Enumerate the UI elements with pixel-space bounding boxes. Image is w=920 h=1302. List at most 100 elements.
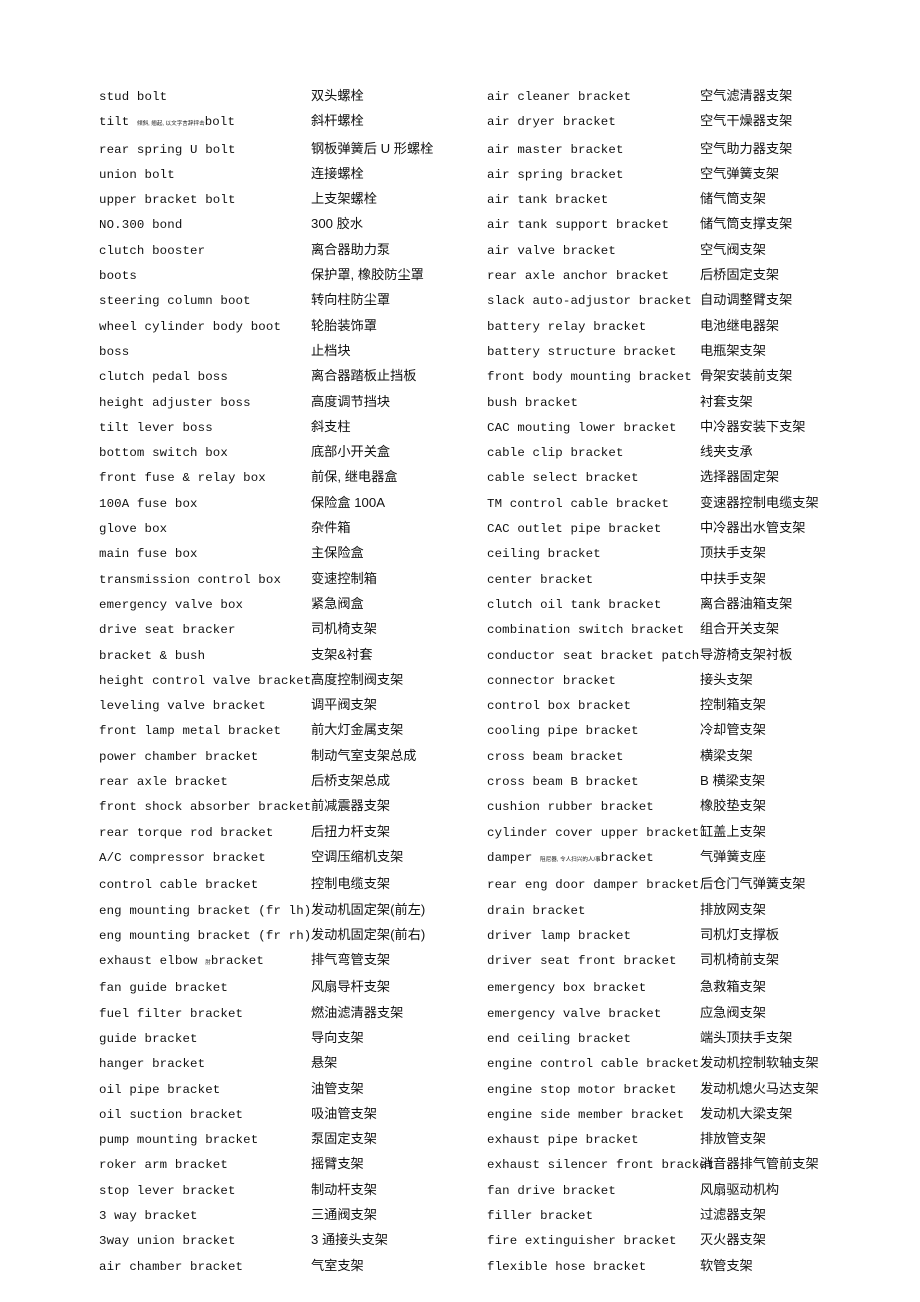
table-row: upper bracket bolt 上支架螺栓 air tank bracket 储… (99, 187, 889, 212)
term-english-left: stud bolt (99, 90, 168, 104)
term-chinese-right: B 横梁支架 (700, 773, 766, 789)
term-chinese-left: 燃油滤清器支架 (311, 1004, 404, 1020)
term-chinese-left: 油管支架 (311, 1080, 364, 1096)
term-english-left: union bolt (99, 167, 175, 182)
term-chinese-left: 高度控制阀支架 (311, 671, 404, 687)
term-english-left: oil suction bracket (99, 1107, 244, 1122)
table-row: fan guide bracket 风扇导杆支架 emergency box bra… (99, 975, 889, 1000)
term-chinese-left: 制动杆支架 (311, 1181, 377, 1197)
term-chinese-left: 发动机固定架(前左) (311, 901, 426, 917)
term-english-right: control box bracket (487, 699, 632, 714)
table-row: tilt 倾斜, 翘起, 以文字言辞抨击bolt 斜杆螺栓 air dryer br… (99, 109, 889, 136)
table-row: rear torque rod bracket 后扭力杆支架 cylinder co… (99, 820, 889, 845)
table-row: front fuse & relay box 前保, 继电器盒 cable sele… (99, 465, 889, 490)
term-english-left: stop lever bracket (99, 1183, 236, 1198)
term-chinese-left: 斜杆螺栓 (311, 113, 364, 129)
table-row: guide bracket 导向支架 end ceiling bracket 端头顶扶… (99, 1026, 889, 1051)
term-english-left: height adjuster boss (99, 395, 251, 410)
term-english-right: CAC mouting lower bracket (487, 420, 677, 435)
term-english-right: drain bracket (487, 903, 586, 918)
term-english-left: rear axle bracket (99, 775, 228, 790)
table-row: front lamp metal bracket 前大灯金属支架 cooling p… (99, 718, 889, 743)
table-row: boots 保护罩, 橡胶防尘罩 rear axle anchor bracket 后… (99, 263, 889, 288)
term-english-left: glove box (99, 522, 168, 537)
term-english-left: clutch booster (99, 243, 206, 258)
term-english-left: fan guide bracket (99, 981, 228, 996)
term-english-left: boots (99, 269, 137, 284)
term-english-right: cable select bracket (487, 471, 639, 486)
term-chinese-right: 司机椅前支架 (700, 952, 780, 968)
term-english-left: emergency valve box (99, 597, 244, 612)
term-chinese-right: 控制箱支架 (700, 697, 766, 713)
term-english-right-tail: bracket (600, 850, 654, 865)
term-english-left: transmission control box (99, 572, 282, 587)
term-chinese-right: 灭火器支架 (700, 1232, 766, 1248)
term-english-left: pump mounting bracket (99, 1133, 259, 1148)
term-english-left: height control valve bracket (99, 673, 312, 688)
table-row: oil suction bracket 吸油管支架 engine side memb… (99, 1102, 889, 1127)
table-row: bracket & bush 支架&衬套 conductor seat bracke… (99, 643, 889, 668)
term-chinese-right: 排放网支架 (700, 901, 766, 917)
term-english-right: front body mounting bracket (487, 370, 692, 385)
term-english-right: engine stop motor bracket (487, 1082, 677, 1097)
term-chinese-right: 储气筒支撑支架 (700, 216, 793, 232)
term-chinese-right: 横梁支架 (700, 747, 753, 763)
table-row: power chamber bracket 制动气室支架总成 cross beam … (99, 744, 889, 769)
term-english-left-tail: bolt (204, 115, 236, 130)
term-chinese-right: 橡胶垫支架 (700, 798, 766, 814)
table-row: clutch booster 离合器助力泵 air valve bracket 空气阀… (99, 238, 889, 263)
term-english-right: conductor seat bracket patch (487, 648, 700, 663)
term-chinese-left: 泵固定支架 (311, 1131, 377, 1147)
term-chinese-right: 衬套支架 (700, 393, 753, 409)
term-english-right: damper 阻尼器, 令人扫兴的人/事bracket (487, 845, 700, 872)
term-chinese-right: 导游椅支架衬板 (700, 646, 793, 662)
term-english-right: flexible hose bracket (487, 1259, 647, 1274)
table-row: eng mounting bracket (fr lh) 发动机固定架(前左) dr… (99, 898, 889, 923)
term-english-left: front fuse & relay box (99, 471, 266, 486)
term-chinese-right: 风扇驱动机构 (700, 1181, 780, 1197)
term-chinese-left: 前减震器支架 (311, 798, 391, 814)
term-chinese-left: 气室支架 (311, 1257, 364, 1273)
term-chinese-left: 3 通接头支架 (311, 1232, 388, 1248)
term-english-left: clutch pedal boss (99, 370, 228, 385)
term-english-right: fan drive bracket (487, 1183, 616, 1198)
term-chinese-right: 急救箱支架 (700, 979, 766, 995)
term-english-left: wheel cylinder body boot (99, 319, 282, 334)
term-english-right: rear axle anchor bracket (487, 269, 670, 284)
term-english-left: 3 way bracket (99, 1209, 198, 1224)
term-english-left: control cable bracket (99, 878, 259, 893)
term-english-left: air chamber bracket (99, 1259, 244, 1274)
term-chinese-left: 司机椅支架 (311, 621, 377, 637)
term-chinese-left: 制动气室支架总成 (311, 747, 417, 763)
term-english-left: tilt lever boss (99, 420, 213, 435)
term-english-right: fire extinguisher bracket (487, 1234, 677, 1249)
term-chinese-left: 吸油管支架 (311, 1105, 377, 1121)
term-chinese-right: 软管支架 (700, 1257, 753, 1273)
term-english-left: 100A fuse box (99, 496, 198, 511)
table-row: steering column boot 转向柱防尘罩 slack auto-adj… (99, 288, 889, 313)
term-chinese-right: 选择器固定架 (700, 469, 780, 485)
term-chinese-left: 发动机固定架(前右) (311, 926, 426, 942)
term-chinese-right: 冷却管支架 (700, 722, 766, 738)
term-english-right: CAC outlet pipe bracket (487, 522, 662, 537)
term-english-right: driver seat front bracket (487, 954, 677, 969)
table-row: rear spring U bolt 钢板弹簧后 U 形螺栓 air master … (99, 137, 889, 162)
document-page: stud bolt 双头螺栓 air cleaner bracket 空气滤清器支架 t… (0, 0, 920, 1302)
table-row: clutch pedal boss 离合器踏板止挡板 front body moun… (99, 364, 889, 389)
table-row: height control valve bracket 高度控制阀支架 conne… (99, 668, 889, 693)
term-english-right: battery relay bracket (487, 319, 647, 334)
term-chinese-right: 空气滤清器支架 (700, 88, 793, 103)
term-chinese-left: 导向支架 (311, 1029, 364, 1045)
term-chinese-left: 后扭力杆支架 (311, 823, 391, 839)
table-row: eng mounting bracket (fr rh) 发动机固定架(前右) dr… (99, 923, 889, 948)
term-chinese-left: 前保, 继电器盒 (311, 469, 398, 485)
term-chinese-right: 司机灯支撑板 (700, 926, 780, 942)
term-chinese-right: 自动调整臂支架 (700, 292, 793, 308)
table-row: union bolt 连接螺栓 air spring bracket 空气弹簧支架 (99, 162, 889, 187)
term-chinese-right: 发动机熄火马达支架 (700, 1080, 819, 1096)
term-english-left: NO.300 bond (99, 218, 183, 233)
term-chinese-left: 离合器助力泵 (311, 241, 391, 257)
term-chinese-right: 中冷器出水管支架 (700, 520, 806, 536)
term-english-right: filler bracket (487, 1209, 594, 1224)
table-row: transmission control box 变速控制箱 center brac… (99, 567, 889, 592)
